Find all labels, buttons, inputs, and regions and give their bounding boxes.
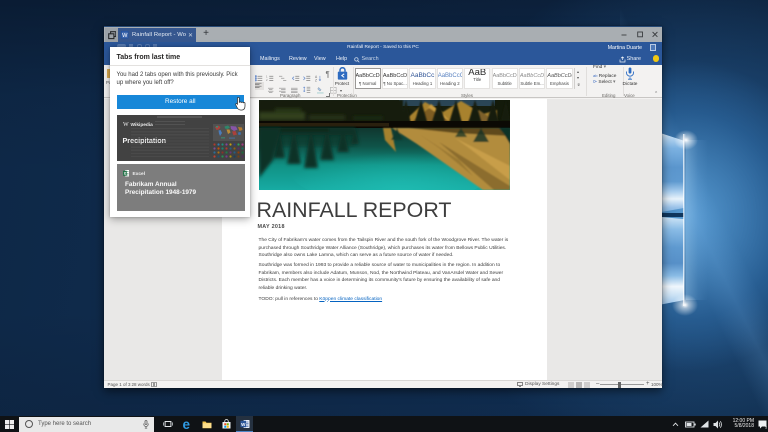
svg-text:W: W	[122, 33, 128, 39]
svg-text:5: 5	[765, 424, 767, 428]
